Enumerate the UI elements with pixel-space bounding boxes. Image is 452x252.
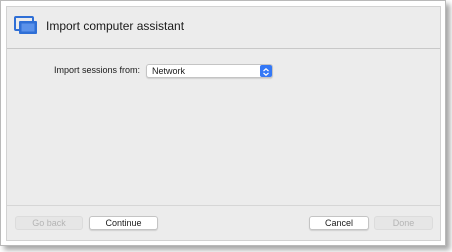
- import-dialog: Import computer assistant Import session…: [6, 6, 441, 241]
- dialog-title: Import computer assistant: [46, 19, 185, 33]
- continue-button[interactable]: Continue: [89, 216, 158, 230]
- footer-divider: [7, 205, 440, 206]
- import-sessions-label: Import sessions from:: [54, 65, 141, 75]
- import-source-select[interactable]: Network: [146, 64, 273, 78]
- cancel-button[interactable]: Cancel: [309, 216, 369, 230]
- go-back-button[interactable]: Go back: [15, 216, 83, 230]
- screenshot-frame: Import computer assistant Import session…: [0, 0, 446, 246]
- updown-chevron-icon: [260, 65, 272, 77]
- done-button[interactable]: Done: [374, 216, 433, 230]
- monitor-icon: [14, 16, 38, 36]
- dialog-header: Import computer assistant: [7, 7, 440, 49]
- import-source-value: Network: [152, 66, 186, 76]
